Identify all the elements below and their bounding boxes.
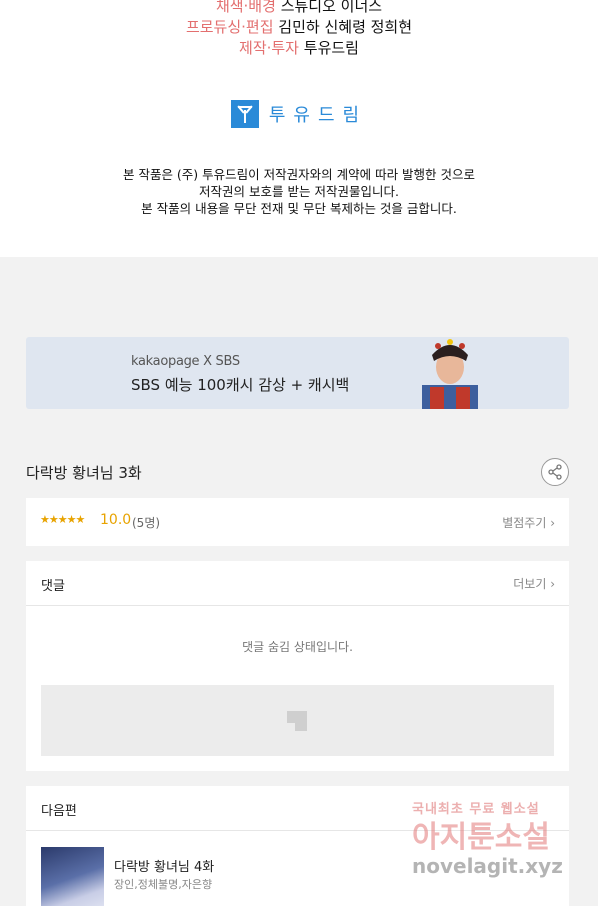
comments-more-button[interactable]: 더보기 › (513, 575, 555, 592)
rate-button[interactable]: 별점주기 › (502, 514, 555, 531)
next-episode-item[interactable]: 다락방 황녀님 4화 장인,정체불명,자은향 (41, 846, 541, 906)
rating-count: (5명) (132, 516, 161, 530)
notice-line: 본 작품은 (주) 투유드림이 저작권자와의 계약에 따라 발행한 것으로 (122, 167, 476, 182)
credit-line: 채색·배경 스튜디오 이너스 (0, 0, 598, 17)
rating-stars-icon: ★★★★★ (40, 513, 85, 526)
credit-role: 프로듀싱·편집 (185, 18, 274, 36)
rating-card: ★★★★★ 10.0 (5명) 별점주기 › (26, 498, 569, 546)
comments-section: 댓글 더보기 › 댓글 숨김 상태입니다. (26, 561, 569, 771)
share-button[interactable] (541, 458, 569, 486)
logo-text: 투유드림 (268, 105, 368, 126)
credit-lines: 채색·배경 스튜디오 이너스 프로듀싱·편집 김민하 신혜령 정희현 제작·투자… (0, 0, 598, 59)
banner-headline: SBS 예능 100캐시 감상 + 캐시백 (131, 376, 350, 394)
more-label: 더보기 (513, 577, 547, 591)
episode-title: 다락방 황녀님 3화 (26, 464, 142, 482)
comments-hidden-message: 댓글 숨김 상태입니다. (242, 640, 353, 654)
credit-name: 투유드림 (303, 39, 359, 57)
notice-line: 본 작품의 내용을 무단 전재 및 무단 복제하는 것을 금합니다. (141, 201, 457, 216)
banner-brand: kakaopage X SBS (131, 354, 240, 369)
placeholder-icon (287, 711, 307, 731)
next-episode-title: 다락방 황녀님 4화 (114, 860, 215, 875)
credit-name: 스튜디오 이너스 (280, 0, 383, 15)
publisher-logo: 투유드림 (0, 100, 598, 128)
credit-role: 채색·배경 (215, 0, 276, 15)
promo-banner[interactable]: kakaopage X SBS SBS 예능 100캐시 감상 + 캐시백 (26, 337, 569, 409)
credit-name: 김민하 신혜령 정희현 (278, 18, 413, 36)
rate-label: 별점주기 (502, 516, 547, 530)
credits-section: 채색·배경 스튜디오 이너스 프로듀싱·편집 김민하 신혜령 정희현 제작·투자… (0, 0, 598, 257)
next-episode-section: 다음편 다락방 황녀님 4화 장인,정체불명,자은향 (26, 786, 569, 906)
next-header: 다음편 (26, 786, 569, 831)
share-icon (548, 464, 562, 480)
copyright-notice: 본 작품은 (주) 투유드림이 저작권자와의 계약에 따라 발행한 것으로 저작… (0, 166, 598, 217)
notice-line: 저작권의 보호를 받는 저작권물입니다. (199, 184, 399, 199)
comments-header: 댓글 더보기 › (26, 561, 569, 606)
next-title: 다음편 (41, 804, 77, 819)
toyou-dream-logo-icon (230, 100, 259, 128)
rating-score: 10.0 (100, 512, 132, 528)
banner-person-image (422, 339, 478, 409)
credit-line: 제작·투자 투유드림 (0, 38, 598, 59)
ad-placeholder (41, 685, 554, 756)
next-episode-thumbnail (41, 847, 104, 906)
credit-role: 제작·투자 (239, 39, 299, 57)
next-episode-authors: 장인,정체불명,자은향 (114, 878, 213, 891)
comments-title: 댓글 (41, 579, 65, 594)
credit-line: 프로듀싱·편집 김민하 신혜령 정희현 (0, 17, 598, 38)
